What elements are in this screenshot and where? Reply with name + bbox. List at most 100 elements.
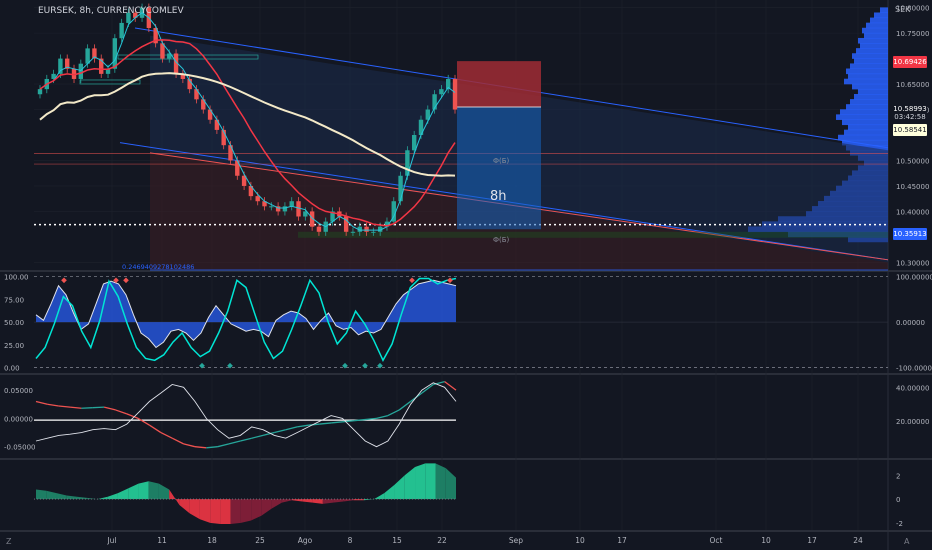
sell-signal-marker xyxy=(447,277,453,284)
candle-body xyxy=(255,196,260,202)
volume-profile-bar xyxy=(852,53,888,59)
volume-profile-bar xyxy=(854,58,888,64)
volume-profile-bar xyxy=(842,119,888,126)
fib-level-label: 0.2469409278102486 xyxy=(122,263,195,271)
hist-bar xyxy=(384,484,395,500)
hist-right-tick: -2 xyxy=(896,520,903,528)
volume-profile-bar xyxy=(844,129,888,136)
hist-bar xyxy=(302,499,313,503)
hist-bar xyxy=(425,463,436,500)
osc-y-tick: 0.00 xyxy=(4,365,20,373)
x-tick-label: 10 xyxy=(575,536,585,545)
candle-body xyxy=(119,22,124,39)
candle-body xyxy=(214,119,220,130)
mom-signal-segment xyxy=(365,417,377,421)
chart-canvas: 10.8000010.7500010.6500010.6000010.50000… xyxy=(0,0,932,550)
x-tick-label: Oct xyxy=(710,536,723,545)
volume-profile-bar xyxy=(870,17,888,24)
y-tick-label: 10.45000 xyxy=(896,183,929,191)
hist-bar xyxy=(56,493,67,500)
osc-y-tick: 75.00 xyxy=(4,296,24,304)
osc-right-tick: 100.00000 xyxy=(896,274,932,282)
hist-bar xyxy=(261,499,272,516)
hist-bar xyxy=(404,466,416,500)
zoom-icon[interactable]: Z xyxy=(6,537,11,546)
x-tick-label: 15 xyxy=(392,536,402,545)
x-tick-label: Sep xyxy=(509,536,523,545)
osc-y-tick: 25.00 xyxy=(4,342,24,350)
candle-body xyxy=(37,89,43,95)
candle-body xyxy=(282,206,288,212)
volume-profile-bar xyxy=(848,73,888,80)
hist-bar xyxy=(138,481,149,500)
support-zone xyxy=(298,231,888,238)
symbol-title: EURSEK, 8h, CURRENCYCOMLEV xyxy=(38,6,184,16)
range-box-bottom-label: Ф(Б) xyxy=(493,236,510,244)
sell-signal-marker xyxy=(409,277,415,284)
volume-profile-bar xyxy=(852,83,888,90)
oscillator-pane: 100.00 75.00 50.00 25.00 0.00 100.00000 0.0000… xyxy=(4,274,932,373)
hist-bar xyxy=(148,481,159,500)
osc-area xyxy=(36,280,456,348)
x-tick-label: 22 xyxy=(437,536,447,545)
osc-right-tick: 0.00000 xyxy=(896,319,925,327)
hist-bar xyxy=(179,499,190,514)
volume-profile-bar xyxy=(864,32,888,39)
y-tick-label: 10.75000 xyxy=(896,30,929,38)
volume-profile-bar xyxy=(880,7,888,13)
mom-signal-segment xyxy=(296,424,309,428)
currency-label: SEK xyxy=(895,5,911,14)
range-box-top-label: Ф(Б) xyxy=(493,157,510,165)
hist-bar xyxy=(435,463,446,500)
mom-signal-segment xyxy=(149,424,162,434)
hist-bar xyxy=(169,489,180,506)
hist-bar xyxy=(158,483,170,500)
candle-body xyxy=(85,48,90,64)
hist-bar xyxy=(220,499,231,525)
volume-profile-bar xyxy=(874,12,888,19)
candle-body xyxy=(289,201,294,207)
x-tick-label: 25 xyxy=(255,536,265,545)
stop-loss-zone xyxy=(457,61,541,107)
price-tag: 10.58541 xyxy=(893,124,927,137)
candle-body xyxy=(371,231,376,233)
candle-body xyxy=(364,226,369,232)
volume-profile-bar xyxy=(838,134,888,141)
hist-bar xyxy=(445,468,456,500)
osc-y-tick: 50.00 xyxy=(4,319,24,327)
mom-signal-segment xyxy=(387,409,400,417)
mom-signal-segment xyxy=(285,426,298,431)
hist-bar xyxy=(230,499,241,525)
candle-body xyxy=(316,226,322,232)
momentum-pane: 0.05000 0.00000 -0.05000 40.00000 20.00000 xyxy=(4,381,929,452)
osc-right-tick: -100.00000 xyxy=(896,365,932,373)
volume-profile-bar xyxy=(866,22,888,29)
candle-body xyxy=(112,38,118,69)
mom-signal-segment xyxy=(183,443,196,448)
hist-bar xyxy=(199,499,211,523)
histogram-pane: 2 0 -2 xyxy=(34,463,903,528)
candle-body xyxy=(398,175,403,202)
x-tick-label: 11 xyxy=(157,536,167,545)
hist-bar xyxy=(107,493,118,500)
volume-profile-bar xyxy=(848,124,888,131)
hist-bar xyxy=(271,499,282,509)
osc-y-tick: 100.00 xyxy=(4,274,29,282)
x-tick-label: Ago xyxy=(298,536,313,545)
hist-bar xyxy=(46,490,57,500)
sell-signal-marker xyxy=(123,277,129,284)
hist-bar xyxy=(36,489,47,500)
mom-y-tick: 0.00000 xyxy=(4,415,33,423)
candle-body xyxy=(269,206,274,208)
hist-bar xyxy=(66,495,77,500)
hist-bar xyxy=(240,499,252,523)
mom-signal-segment xyxy=(274,429,286,434)
mom-signal-segment xyxy=(160,431,173,439)
mom-signal-segment xyxy=(398,400,411,411)
x-tick-label: 17 xyxy=(617,536,627,545)
volume-profile-bar xyxy=(836,114,888,120)
sell-signal-marker xyxy=(61,277,67,284)
auto-scale-icon[interactable]: A xyxy=(904,537,909,546)
y-tick-label: 10.50000 xyxy=(896,157,929,165)
y-tick-label: 10.65000 xyxy=(896,81,929,89)
